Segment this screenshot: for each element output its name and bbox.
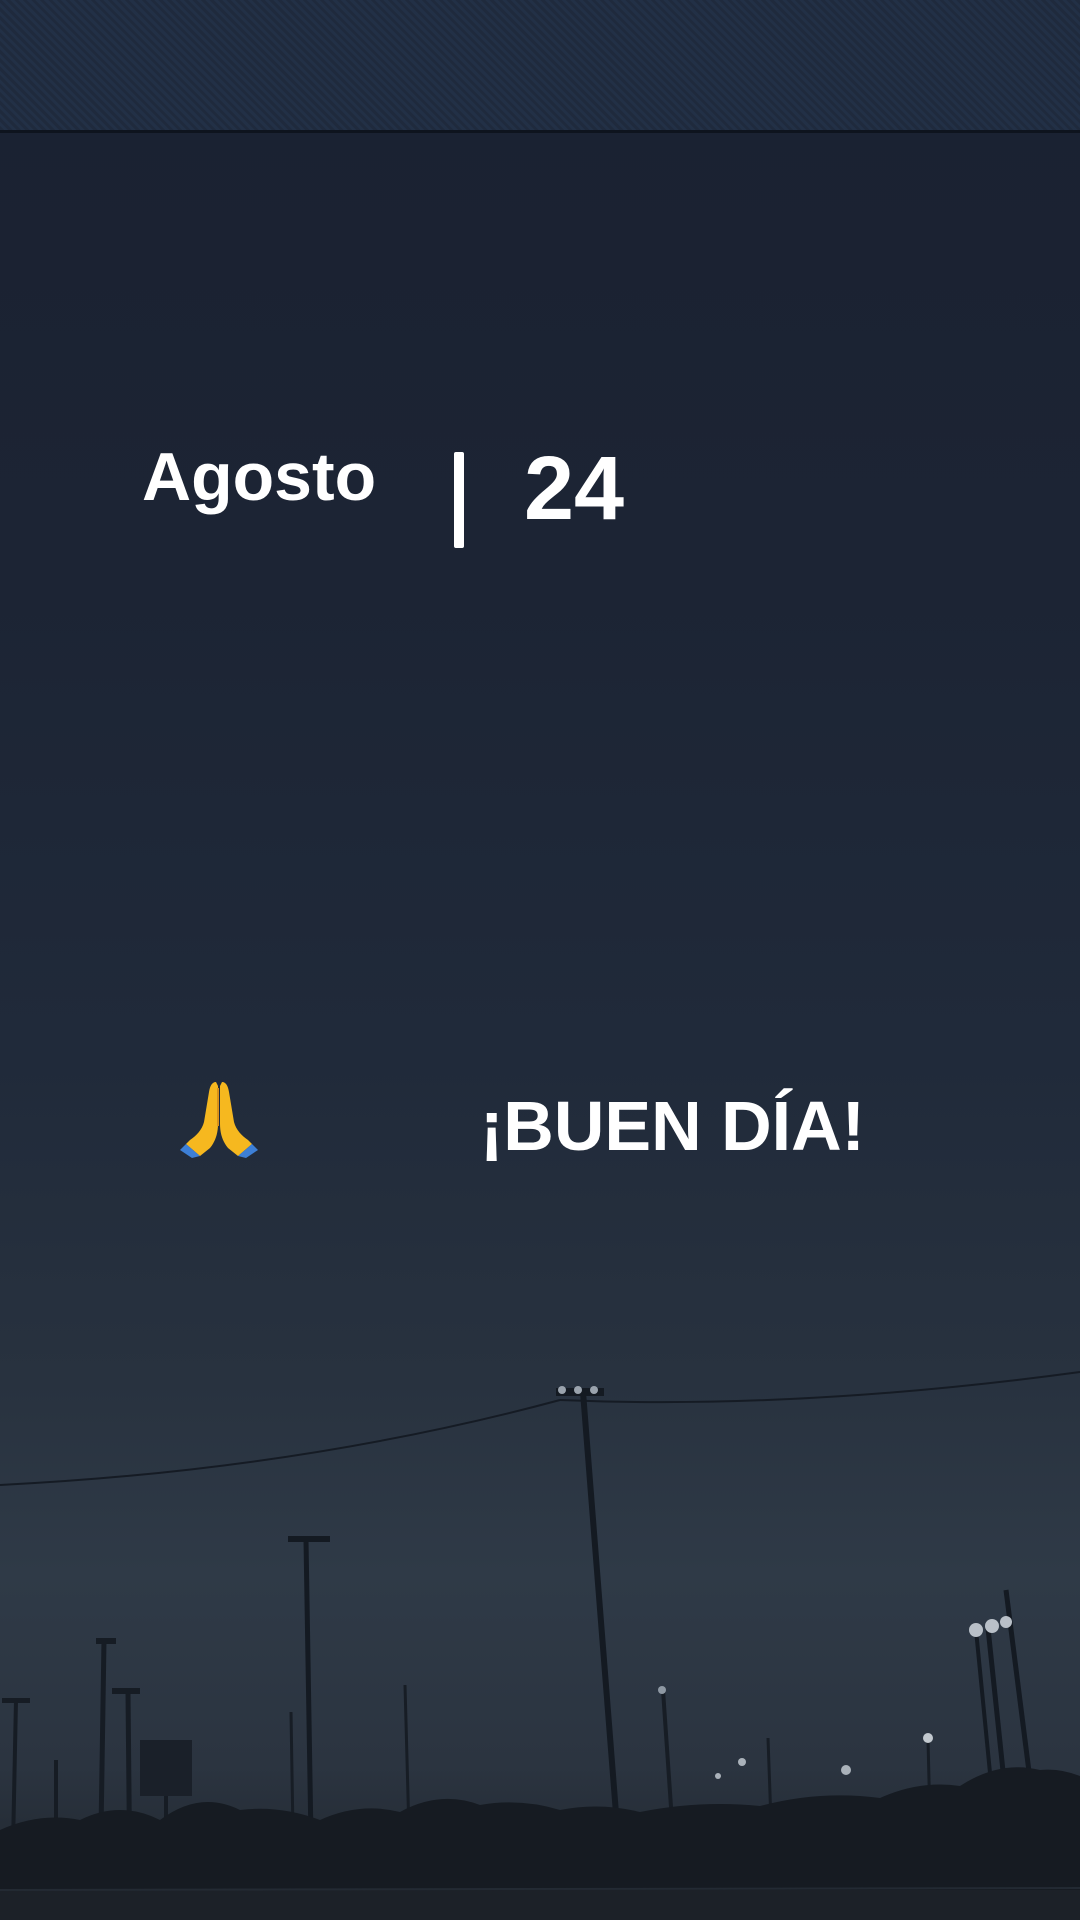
month-label: Agosto: [142, 439, 377, 515]
date-divider: [454, 452, 464, 548]
greeting-text: ¡BUEN DÍA!: [480, 1087, 865, 1165]
praying-hands-icon: [180, 1082, 258, 1158]
top-banner: [0, 0, 1080, 133]
day-number: 24: [524, 439, 625, 539]
story-background: Agosto 24 ¡BUEN DÍA!: [0, 0, 1080, 1920]
field-lights-silhouette: [0, 1371, 1080, 1920]
